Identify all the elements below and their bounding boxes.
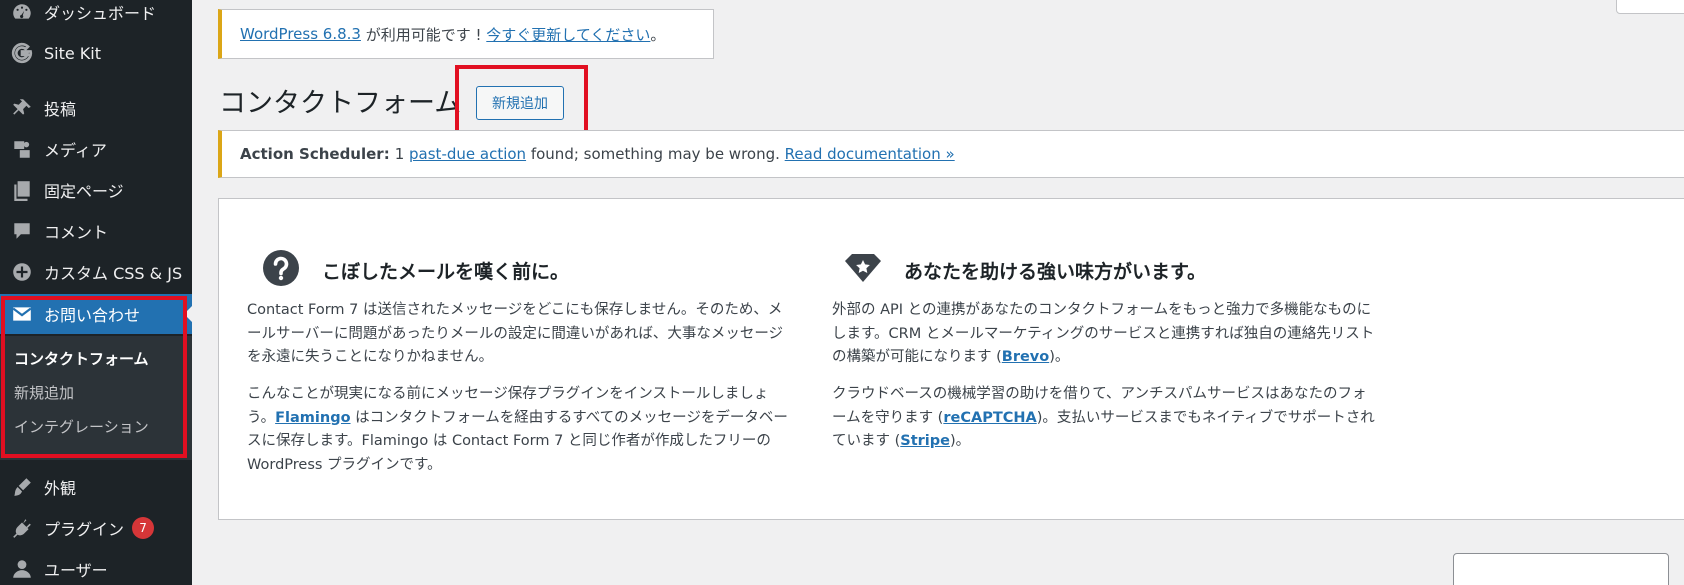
sidebar-item-label: カスタム CSS & JS — [44, 264, 183, 283]
diamond-star-icon — [844, 249, 882, 291]
action-notice-text: found; something may be wrong. — [530, 145, 780, 163]
promo-right-p1-text-a: 外部の API との連携があなたのコンタクトフォームをもっと強力で多機能なものに… — [832, 302, 1375, 365]
sidebar-item-label: ダッシュボード — [44, 4, 157, 23]
sidebar-item-posts[interactable]: 投稿 — [0, 88, 192, 128]
google-g-icon — [0, 42, 44, 64]
plugin-update-badge: 7 — [132, 517, 155, 539]
sidebar-item-appearance[interactable]: 外観 — [0, 467, 192, 507]
promo-left-paragraph-2: こんなことが現実になる前にメッセージ保存プラグインをインストールしましょう。Fl… — [247, 383, 792, 477]
sidebar-item-label: プラグイン — [44, 520, 125, 539]
sidebar-item-label: 投稿 — [44, 100, 77, 119]
promo-heading-row: こぼしたメールを嘆く前に。 — [262, 249, 569, 291]
promo-heading-left: こぼしたメールを嘆く前に。 — [322, 260, 570, 283]
flamingo-link[interactable]: Flamingo — [275, 410, 350, 426]
promo-right-paragraph-2: クラウドベースの機械学習の助けを借りて、アンチスパムサービスはあなたのフォームを… — [832, 383, 1377, 454]
question-icon — [262, 249, 300, 291]
promo-heading-right: あなたを助ける強い味方がいます。 — [904, 260, 1207, 283]
stripe-link[interactable]: Stripe — [900, 433, 950, 449]
search-input[interactable] — [1453, 553, 1669, 585]
sidebar-item-contact[interactable]: お問い合わせ — [0, 294, 192, 334]
update-now-link[interactable]: 今すぐ更新してください — [486, 24, 650, 45]
admin-sidebar: ダッシュボード Site Kit 投稿 メディア 固定ページ コメント カスタム… — [0, 0, 192, 585]
brevo-link[interactable]: Brevo — [1002, 349, 1049, 365]
update-notice: WordPress 6.8.3 が利用可能です ! 今すぐ更新してください 。 — [218, 9, 714, 59]
sidebar-item-label: 外観 — [44, 479, 77, 498]
wordpress-version-link[interactable]: WordPress 6.8.3 — [240, 25, 361, 43]
envelope-icon — [0, 303, 44, 325]
sidebar-item-custom-css-js[interactable]: カスタム CSS & JS — [0, 252, 192, 292]
screen-options-button[interactable] — [1616, 0, 1684, 14]
promo-right-p1-text-b: )。 — [1049, 349, 1070, 365]
sidebar-item-label: お問い合わせ — [44, 306, 141, 325]
dashboard-icon — [0, 1, 44, 23]
past-due-action-link[interactable]: past-due action — [409, 145, 526, 163]
action-scheduler-notice: Action Scheduler: 1 past-due action foun… — [218, 130, 1684, 178]
user-icon — [0, 558, 44, 580]
sidebar-item-media[interactable]: メディア — [0, 129, 192, 169]
sidebar-item-users[interactable]: ユーザー — [0, 549, 192, 585]
update-notice-suffix: 。 — [650, 25, 666, 44]
media-icon — [0, 138, 44, 160]
contact-submenu: コンタクトフォーム 新規追加 インテグレーション — [0, 336, 192, 460]
sidebar-item-label: コメント — [44, 223, 109, 242]
past-due-count: 1 — [394, 145, 405, 163]
sidebar-item-label: メディア — [44, 141, 107, 160]
sidebar-item-plugins[interactable]: プラグイン 7 — [0, 508, 192, 548]
promo-left-paragraph-1: Contact Form 7 は送信されたメッセージをどこにも保存しません。その… — [247, 302, 784, 365]
page-title: コンタクトフォーム — [219, 88, 462, 119]
read-documentation-link[interactable]: Read documentation » — [785, 145, 955, 163]
action-scheduler-label: Action Scheduler: — [240, 145, 390, 163]
sidebar-item-comments[interactable]: コメント — [0, 211, 192, 251]
promo-right-paragraph-1: 外部の API との連携があなたのコンタクトフォームをもっと強力で多機能なものに… — [832, 299, 1377, 370]
submenu-item-integration[interactable]: インテグレーション — [14, 416, 149, 437]
promo-panel: こぼしたメールを嘆く前に。 Contact Form 7 は送信されたメッセージ… — [218, 198, 1684, 520]
add-new-button[interactable]: 新規追加 — [476, 86, 564, 120]
sidebar-item-label: 固定ページ — [44, 182, 124, 201]
pages-icon — [0, 179, 44, 201]
pushpin-icon — [0, 97, 44, 119]
sidebar-item-site-kit[interactable]: Site Kit — [0, 33, 192, 73]
paintbrush-icon — [0, 476, 44, 498]
plus-circle-icon — [0, 261, 44, 283]
plugin-icon — [0, 517, 44, 539]
promo-right-p2-text-c: )。 — [950, 433, 971, 449]
promo-heading-row: あなたを助ける強い味方がいます。 — [844, 249, 1206, 291]
sidebar-item-label: Site Kit — [44, 43, 102, 63]
submenu-item-contact-forms[interactable]: コンタクトフォーム — [14, 348, 149, 369]
recaptcha-link[interactable]: reCAPTCHA — [943, 410, 1036, 426]
comment-icon — [0, 220, 44, 242]
sidebar-item-label: ユーザー — [44, 561, 108, 580]
sidebar-item-pages[interactable]: 固定ページ — [0, 170, 192, 210]
sidebar-item-dashboard[interactable]: ダッシュボード — [0, 0, 192, 32]
submenu-item-add-new[interactable]: 新規追加 — [14, 382, 74, 403]
update-notice-text: が利用可能です ! — [360, 25, 487, 44]
